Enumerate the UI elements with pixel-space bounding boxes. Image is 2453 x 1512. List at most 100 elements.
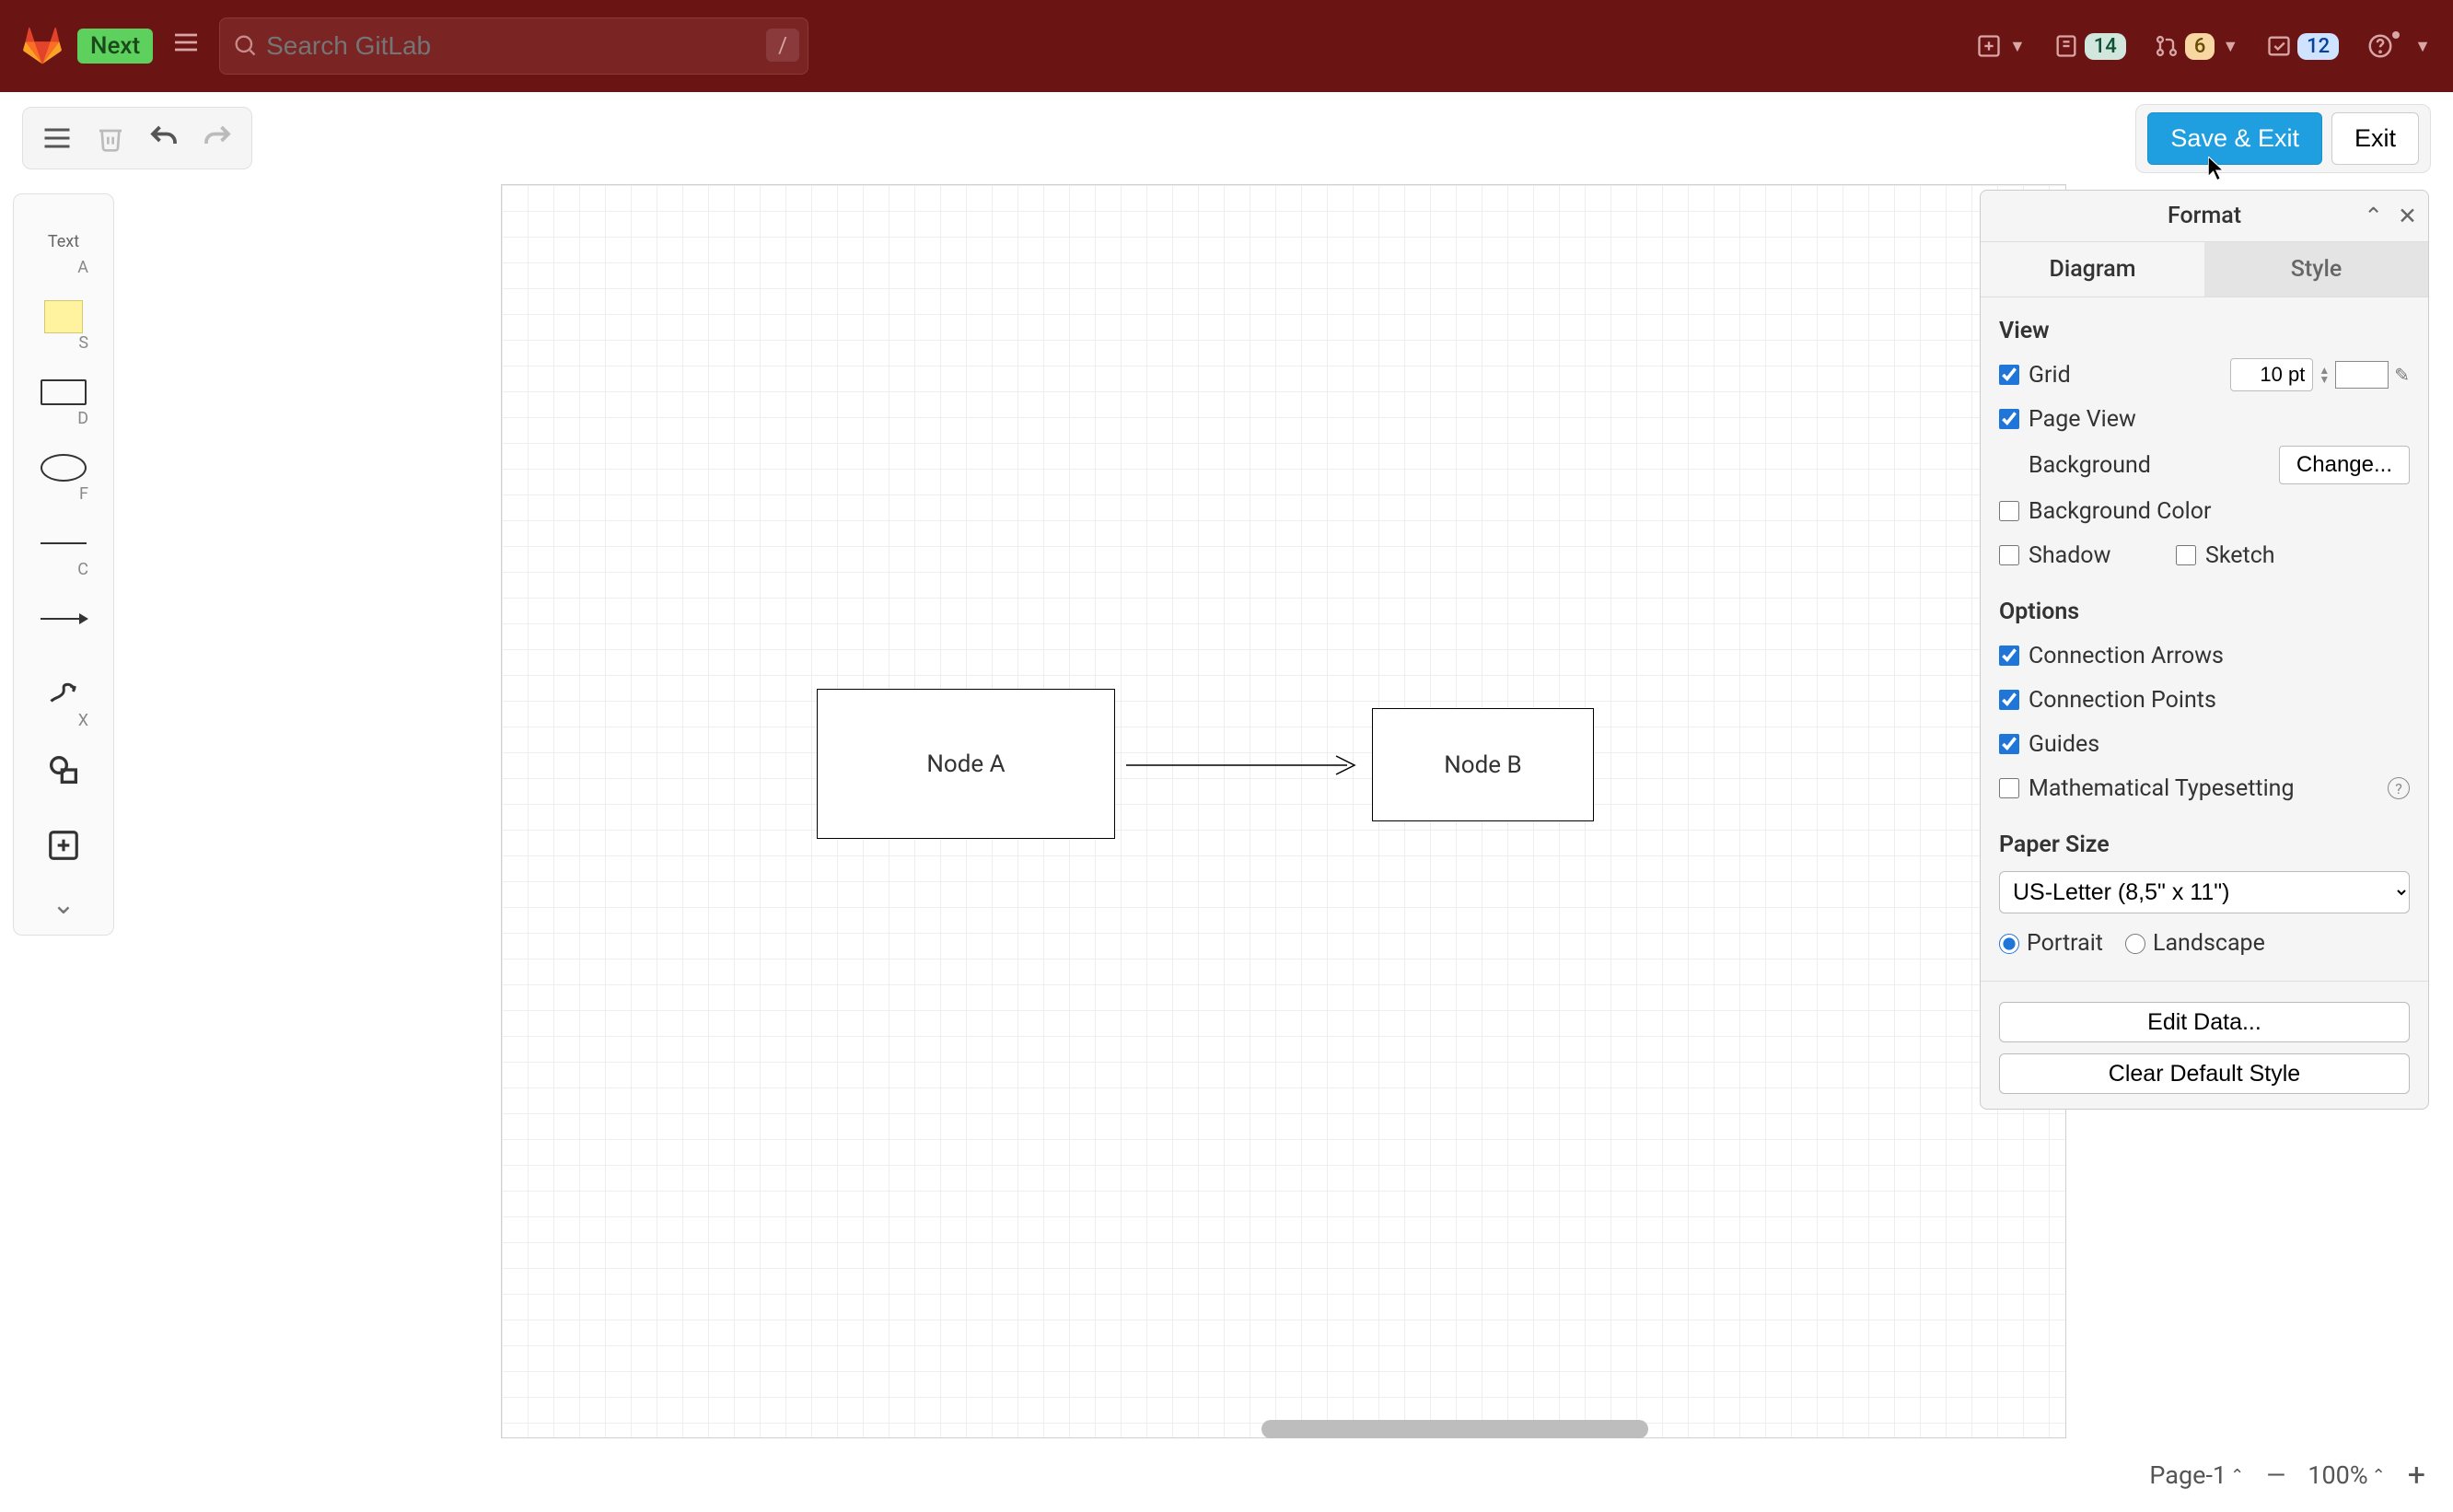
connection-arrows-label: Connection Arrows — [2029, 643, 2410, 669]
arrow-icon — [41, 618, 87, 621]
tool-text-label: Text — [48, 232, 79, 251]
sticky-note-icon — [44, 300, 83, 333]
todos-count-badge: 12 — [2297, 33, 2339, 60]
merge-count-badge: 6 — [2185, 33, 2215, 60]
tool-shortcut: A — [77, 258, 88, 277]
tab-diagram[interactable]: Diagram — [1981, 242, 2204, 297]
tool-shortcut: D — [77, 409, 88, 428]
horizontal-scrollbar[interactable] — [1261, 1420, 1648, 1438]
tool-insert[interactable] — [31, 808, 96, 883]
gitlab-logo-icon[interactable] — [22, 26, 63, 66]
tool-sticky-note[interactable]: S — [31, 279, 96, 355]
diagram-connector[interactable] — [1126, 749, 1366, 782]
chevron-up-icon: ⌃ — [2372, 1466, 2386, 1485]
shapes-icon — [45, 751, 82, 788]
search-container: / — [219, 17, 808, 75]
pencil-icon[interactable]: ✎ — [2394, 364, 2410, 386]
format-tabs: Diagram Style — [1981, 242, 2428, 297]
menu-hamburger-icon[interactable] — [34, 115, 80, 161]
ellipse-icon — [41, 454, 87, 482]
background-color-label: Background Color — [2029, 498, 2410, 525]
toolbar-left-group — [22, 107, 252, 169]
edit-data-button[interactable]: Edit Data... — [1999, 1002, 2410, 1042]
tool-palette: Text A S D F C X — [13, 193, 114, 936]
page-label: Page-1 — [2149, 1460, 2226, 1490]
tool-ellipse[interactable]: F — [31, 430, 96, 506]
background-color-checkbox[interactable] — [1999, 501, 2019, 521]
next-badge[interactable]: Next — [77, 29, 153, 64]
tool-text[interactable]: Text A — [31, 204, 96, 279]
connection-points-label: Connection Points — [2029, 687, 2410, 714]
gitlab-navbar: Next / ▼ 14 6 ▼ 12 ▼ — [0, 0, 2453, 92]
chevron-down-icon: ▼ — [2222, 37, 2238, 56]
format-panel-header: Format ⌃ ✕ — [1981, 191, 2428, 242]
zoom-in-button[interactable]: + — [2408, 1457, 2425, 1494]
zoom-value: 100% — [2308, 1460, 2367, 1490]
tool-rectangle[interactable]: D — [31, 355, 96, 430]
undo-button[interactable] — [141, 115, 187, 161]
page-view-checkbox[interactable] — [1999, 409, 2019, 429]
landscape-radio-label[interactable]: Landscape — [2125, 930, 2265, 957]
paper-size-select[interactable]: US-Letter (8,5" x 11") — [1999, 871, 2410, 913]
portrait-radio-label[interactable]: Portrait — [1999, 930, 2103, 957]
node-label: Node B — [1444, 751, 1521, 779]
tool-freehand[interactable]: X — [31, 657, 96, 732]
tool-shortcut: C — [77, 560, 88, 579]
close-icon[interactable]: ✕ — [2398, 203, 2417, 230]
nav-merge-requests[interactable]: 6 ▼ — [2154, 33, 2238, 60]
diagram-node-a[interactable]: Node A — [817, 689, 1115, 839]
redo-button[interactable] — [194, 115, 240, 161]
grid-color-swatch[interactable] — [2335, 361, 2389, 389]
grid-spinner[interactable]: ▲▼ — [2319, 366, 2330, 384]
save-exit-button[interactable]: Save & Exit — [2147, 112, 2322, 165]
shadow-checkbox[interactable] — [1999, 545, 2019, 565]
tool-shortcut: F — [79, 484, 88, 504]
exit-button[interactable]: Exit — [2331, 112, 2419, 165]
tool-arrow[interactable] — [31, 581, 96, 657]
palette-expand[interactable]: ⌄ — [31, 883, 96, 925]
freehand-icon — [44, 678, 83, 711]
nav-create-button[interactable]: ▼ — [1976, 33, 2026, 59]
format-panel-title: Format — [2168, 203, 2241, 229]
search-input[interactable] — [219, 17, 808, 75]
grid-label: Grid — [2029, 362, 2221, 389]
nav-hamburger-icon[interactable] — [168, 23, 204, 69]
guides-label: Guides — [2029, 731, 2410, 758]
connection-points-checkbox[interactable] — [1999, 690, 2019, 710]
clear-default-style-button[interactable]: Clear Default Style — [1999, 1053, 2410, 1094]
issues-count-badge: 14 — [2085, 33, 2126, 60]
help-icon[interactable]: ? — [2388, 777, 2410, 799]
chevron-down-icon: ⌄ — [52, 889, 75, 921]
tool-line[interactable]: C — [31, 506, 96, 581]
diagram-node-b[interactable]: Node B — [1372, 708, 1594, 821]
delete-button[interactable] — [87, 115, 134, 161]
toolbar-right-group: Save & Exit Exit — [2135, 104, 2431, 173]
landscape-radio[interactable] — [2125, 934, 2145, 954]
tool-shortcut: S — [78, 333, 88, 353]
collapse-icon[interactable]: ⌃ — [2364, 203, 2383, 230]
portrait-radio[interactable] — [1999, 934, 2019, 954]
line-icon — [41, 542, 87, 545]
zoom-level[interactable]: 100% ⌃ — [2308, 1460, 2385, 1490]
paper-size-title: Paper Size — [1999, 832, 2410, 858]
plus-box-icon — [46, 828, 81, 863]
math-checkbox[interactable] — [1999, 778, 2019, 798]
tool-shapes[interactable] — [31, 732, 96, 808]
chevron-down-icon: ▼ — [2009, 37, 2026, 56]
tab-style[interactable]: Style — [2204, 242, 2428, 297]
nav-todos[interactable]: 12 — [2266, 33, 2339, 60]
background-change-button[interactable]: Change... — [2279, 446, 2410, 484]
shadow-label: Shadow — [2029, 542, 2167, 569]
guides-checkbox[interactable] — [1999, 734, 2019, 754]
connection-arrows-checkbox[interactable] — [1999, 646, 2019, 666]
page-selector[interactable]: Page-1 ⌃ — [2149, 1460, 2244, 1490]
sketch-checkbox[interactable] — [2176, 545, 2196, 565]
diagram-canvas[interactable]: Node A Node B — [501, 184, 2066, 1438]
grid-checkbox[interactable] — [1999, 365, 2019, 385]
nav-issues[interactable]: 14 — [2053, 33, 2126, 60]
zoom-out-button[interactable]: — — [2266, 1460, 2285, 1490]
chevron-down-icon: ▼ — [2414, 37, 2431, 56]
node-label: Node A — [926, 750, 1005, 778]
nav-help[interactable]: ▼ — [2366, 32, 2431, 60]
grid-size-input[interactable] — [2230, 358, 2313, 391]
